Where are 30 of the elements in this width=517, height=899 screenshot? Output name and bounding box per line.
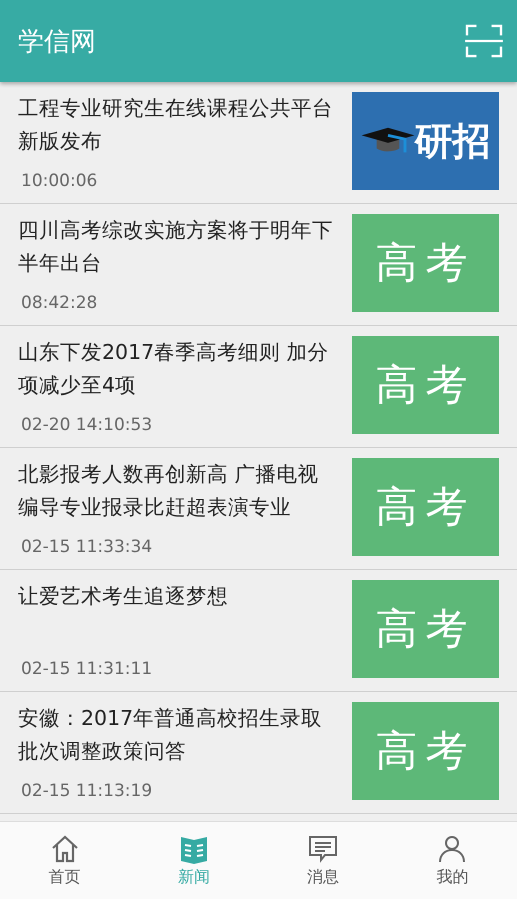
thumbnail-label: 高考 xyxy=(376,237,476,289)
news-item[interactable]: 工程专业研究生在线课程公共平台新版发布 10:00:06 研招 xyxy=(0,82,517,204)
news-time: 02-15 11:13:19 xyxy=(20,781,154,801)
tab[interactable]: 消息 xyxy=(258,822,388,899)
thumbnail-label: 研招 xyxy=(414,118,490,164)
news-time: 02-15 11:33:34 xyxy=(20,537,154,557)
news-title: 让爱艺术考生追逐梦想 xyxy=(18,583,229,610)
app-title: 学信网 xyxy=(18,26,96,58)
news-title: 工程专业研究生在线课程公共平台新版发布 xyxy=(18,95,334,155)
news-time: 02-20 14:10:53 xyxy=(20,415,154,435)
news-time: 10:00:06 xyxy=(20,171,98,191)
news-item[interactable]: 北影报考人数再创新高 广播电视编导专业报录比赶超表演专业 02-15 11:33:34 高考 xyxy=(0,448,517,570)
news-item[interactable]: 让爱艺术考生追逐梦想 02-15 11:31:11 高考 xyxy=(0,570,517,692)
scan-icon[interactable] xyxy=(465,24,503,58)
news-item[interactable]: 四川高考综改实施方案将于明年下半年出台 08:42:28 高考 xyxy=(0,204,517,326)
thumbnail-label: 高考 xyxy=(376,603,476,655)
news-item[interactable]: 山东下发2017春季高考细则 加分项减少至4项 02-20 14:10:53 高考 xyxy=(0,326,517,448)
news-title: 四川高考综改实施方案将于明年下半年出台 xyxy=(18,217,334,277)
news-time: 08:42:28 xyxy=(20,293,98,313)
tab[interactable]: 首页 xyxy=(0,822,130,899)
news-item[interactable]: 安徽：2017年普通高校招生录取批次调整政策问答 02-15 11:13:19 高考 xyxy=(0,692,517,814)
news-title: 山东下发2017春季高考细则 加分项减少至4项 xyxy=(18,339,330,399)
news-title: 北影报考人数再创新高 广播电视编导专业报录比赶超表演专业 xyxy=(18,461,320,521)
thumbnail-label: 高考 xyxy=(376,359,476,411)
news-time: 02-15 11:31:11 xyxy=(20,659,154,679)
thumbnail-label: 高考 xyxy=(376,725,476,777)
message-icon xyxy=(307,833,340,865)
thumbnail-label: 高考 xyxy=(376,481,476,533)
news-title: 安徽：2017年普通高校招生录取批次调整政策问答 xyxy=(18,705,324,765)
tab[interactable]: 我的 xyxy=(388,822,517,899)
